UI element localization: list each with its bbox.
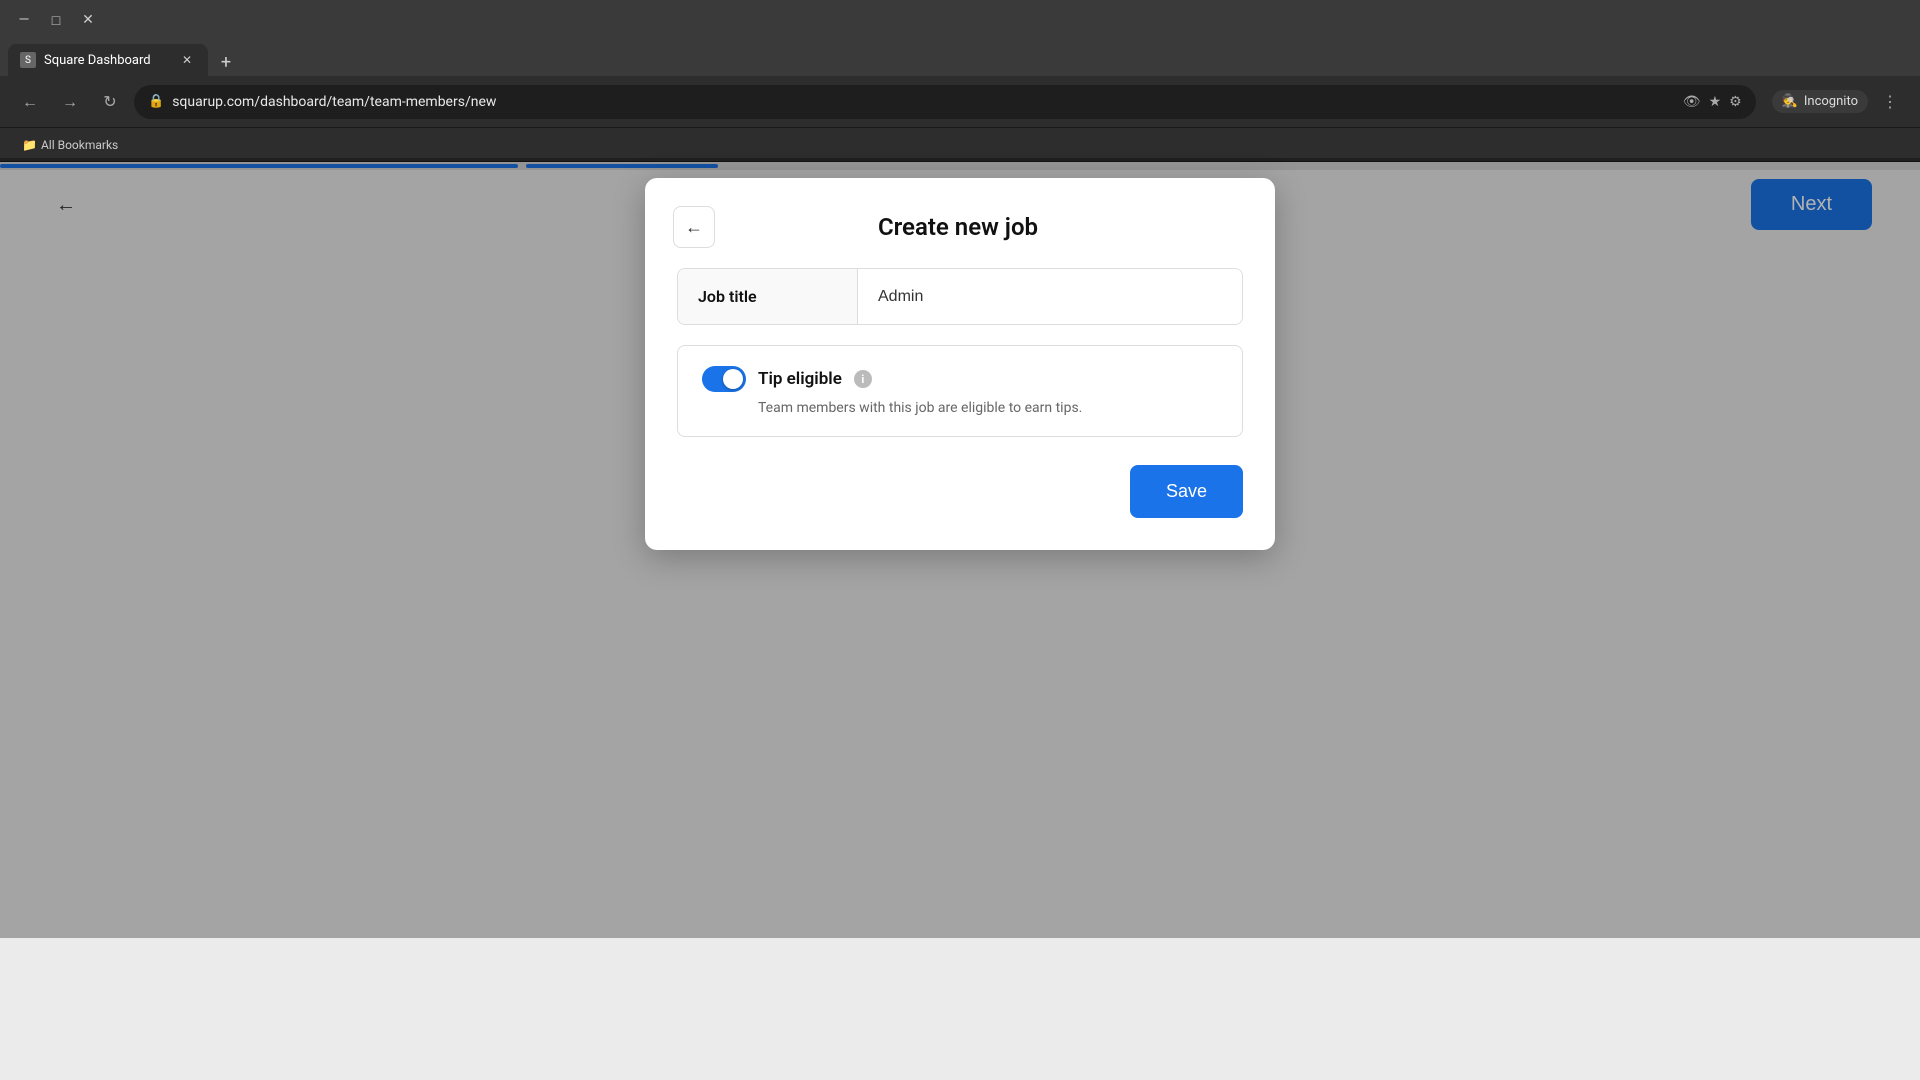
modal-header: ← Create new job: [645, 178, 1275, 268]
more-options-button[interactable]: ⋮: [1874, 86, 1906, 118]
close-window-button[interactable]: ✕: [74, 6, 102, 34]
browser-chrome: — □ ✕ S Square Dashboard ✕ + ← → ↻ 🔒 squ…: [0, 0, 1920, 162]
address-bar[interactable]: 🔒 squarup.com/dashboard/team/team-member…: [134, 85, 1756, 119]
modal-back-button[interactable]: ←: [673, 206, 715, 248]
tip-eligible-box: Tip eligible i Team members with this jo…: [677, 345, 1243, 437]
tip-eligible-toggle-thumb: [723, 369, 743, 389]
job-title-label: Job title: [678, 269, 858, 324]
bookmarks-bar: 📁 All Bookmarks: [0, 128, 1920, 162]
tip-info-icon[interactable]: i: [854, 370, 872, 388]
address-security-icon: 🔒: [148, 94, 164, 109]
tip-eligible-toggle[interactable]: [702, 366, 746, 392]
modal-footer: Save: [645, 465, 1275, 518]
address-action-icons: 👁 ★ ⚙: [1683, 94, 1742, 110]
incognito-icon: 🕵: [1782, 94, 1798, 109]
active-tab[interactable]: S Square Dashboard ✕: [8, 44, 208, 76]
bookmarks-folder-button[interactable]: 📁 All Bookmarks: [14, 136, 126, 154]
tab-bar: S Square Dashboard ✕ +: [0, 40, 1920, 76]
maximize-button[interactable]: □: [42, 6, 70, 34]
tab-title: Square Dashboard: [44, 53, 151, 68]
minimize-button[interactable]: —: [10, 6, 38, 34]
job-title-row: Job title: [677, 268, 1243, 325]
tip-eligible-label: Tip eligible: [758, 369, 842, 389]
back-navigation-button[interactable]: ←: [14, 86, 46, 118]
modal-overlay: ← Create new job Job title: [0, 158, 1920, 938]
folder-icon: 📁: [22, 138, 37, 152]
tab-favicon: S: [20, 52, 36, 68]
refresh-button[interactable]: ↻: [94, 86, 126, 118]
url-text[interactable]: squarup.com/dashboard/team/team-members/…: [172, 94, 1675, 110]
main-area: Overtime Exempt This team member is not …: [0, 238, 1920, 938]
address-bar-row: ← → ↻ 🔒 squarup.com/dashboard/team/team-…: [0, 76, 1920, 128]
modal-title: Create new job: [715, 213, 1201, 241]
extensions-icon: ⚙: [1729, 94, 1742, 110]
job-title-input[interactable]: [858, 269, 1242, 324]
modal-body: Job title Tip eligible i: [645, 268, 1275, 437]
browser-right-icons: 🕵 Incognito ⋮: [1772, 86, 1906, 118]
bookmark-star-icon: ★: [1709, 94, 1722, 110]
browser-titlebar: — □ ✕: [0, 0, 1920, 40]
new-tab-button[interactable]: +: [212, 48, 240, 76]
tip-eligible-toggle-track: [702, 366, 746, 392]
create-job-modal: ← Create new job Job title: [645, 178, 1275, 550]
profile-button[interactable]: 🕵 Incognito: [1772, 90, 1868, 113]
eye-off-icon: 👁: [1683, 94, 1701, 110]
tab-close-button[interactable]: ✕: [178, 51, 196, 69]
tip-eligible-description: Team members with this job are eligible …: [758, 400, 1218, 416]
bookmarks-label: All Bookmarks: [41, 138, 118, 152]
tip-eligible-header: Tip eligible i: [702, 366, 1218, 392]
forward-navigation-button[interactable]: →: [54, 86, 86, 118]
page-content: ← Next Overtime Exempt This team member …: [0, 162, 1920, 1080]
profile-label: Incognito: [1804, 94, 1858, 109]
save-button[interactable]: Save: [1130, 465, 1243, 518]
window-controls[interactable]: — □ ✕: [10, 6, 102, 34]
